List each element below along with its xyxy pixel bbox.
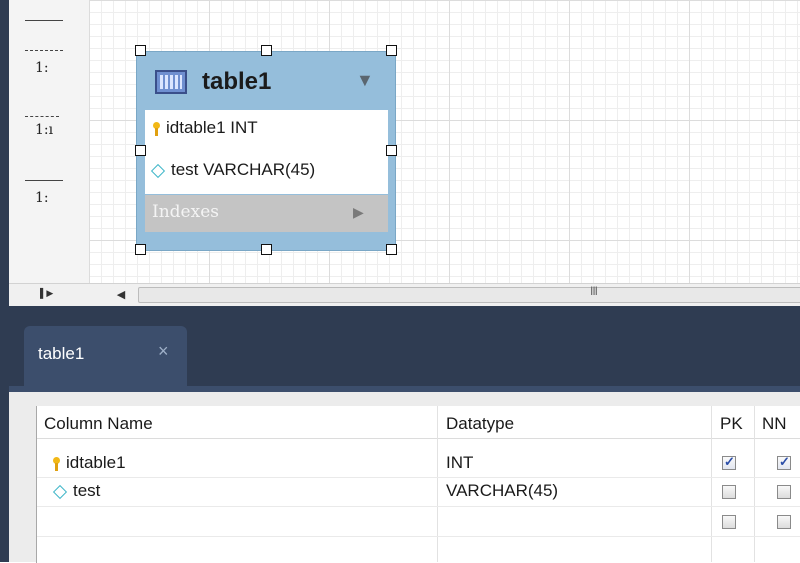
column-divider[interactable]: [437, 406, 438, 562]
key-icon: [153, 121, 160, 136]
resize-handle-e[interactable]: [386, 145, 397, 156]
table-icon: [155, 70, 187, 94]
collapse-arrow-icon[interactable]: ▼: [356, 70, 374, 91]
column-divider[interactable]: [711, 406, 712, 562]
indexes-label: Indexes: [152, 202, 219, 222]
entity-column[interactable]: test VARCHAR(45): [149, 160, 315, 180]
pk-checkbox[interactable]: [722, 515, 736, 529]
expand-arrow-icon: ▶: [353, 204, 364, 220]
palette-item-label: 1:ı: [35, 122, 54, 138]
resize-handle-nw[interactable]: [135, 45, 146, 56]
window-frame: [0, 0, 9, 562]
palette-item-label: 1:: [35, 60, 49, 76]
scroll-left-arrow-icon[interactable]: ◀: [106, 283, 136, 305]
pk-checkbox[interactable]: [722, 454, 736, 470]
relationship-tool-1-1-dashed[interactable]: 1:: [25, 48, 63, 78]
palette-toggle-icon[interactable]: ▌▶: [40, 288, 53, 299]
scrollbar-grip: III: [590, 284, 598, 298]
datatype-cell[interactable]: INT: [446, 448, 706, 478]
pk-checkbox[interactable]: [722, 485, 736, 499]
datatype-cell[interactable]: [446, 506, 706, 536]
resize-handle-ne[interactable]: [386, 45, 397, 56]
row-divider: [37, 536, 800, 537]
palette-separator: [25, 20, 63, 50]
nn-checkbox[interactable]: [777, 515, 791, 529]
resize-handle-n[interactable]: [261, 45, 272, 56]
resize-handle-sw[interactable]: [135, 244, 146, 255]
entity-column[interactable]: idtable1 INT: [153, 118, 258, 138]
table-row-cell-name[interactable]: idtable1: [37, 448, 437, 478]
column-divider[interactable]: [754, 406, 755, 562]
pk-header[interactable]: PK: [712, 406, 754, 439]
resize-handle-s[interactable]: [261, 244, 272, 255]
close-icon[interactable]: ×: [158, 341, 169, 362]
nn-checkbox[interactable]: [777, 454, 791, 470]
table-row-cell-name[interactable]: test: [37, 476, 437, 506]
relationship-tool-1-1-solid[interactable]: 1:: [25, 178, 63, 208]
scrollbar-thumb[interactable]: [138, 287, 800, 303]
entity-columns: idtable1 INT test VARCHAR(45): [145, 110, 388, 194]
column-name-value: test: [73, 481, 101, 500]
diamond-icon: [150, 163, 166, 178]
nn-header[interactable]: NN: [755, 406, 800, 439]
resize-handle-se[interactable]: [386, 244, 397, 255]
entity-column-label: idtable1 INT: [166, 118, 258, 137]
column-name-value: idtable1: [66, 453, 126, 472]
key-icon: [53, 456, 60, 471]
datatype-cell[interactable]: VARCHAR(45): [446, 476, 706, 506]
indexes-section[interactable]: Indexes ▶: [145, 195, 388, 232]
datatype-header[interactable]: Datatype: [438, 406, 711, 439]
tab-label: table1: [38, 344, 85, 363]
table-row-cell-name[interactable]: [37, 506, 437, 536]
resize-handle-w[interactable]: [135, 145, 146, 156]
palette-item-label: 1:: [35, 190, 49, 206]
tab-table1[interactable]: table1 ×: [24, 326, 187, 388]
relationship-palette: 1: 1:ı 1:: [9, 0, 90, 283]
nn-checkbox[interactable]: [777, 485, 791, 499]
relationship-tool-1-n[interactable]: 1:ı: [25, 112, 63, 142]
diamond-icon: [52, 484, 68, 499]
entity-column-label: test VARCHAR(45): [171, 160, 316, 179]
column-name-header[interactable]: Column Name: [37, 406, 437, 439]
entity-title: table1: [202, 68, 272, 95]
